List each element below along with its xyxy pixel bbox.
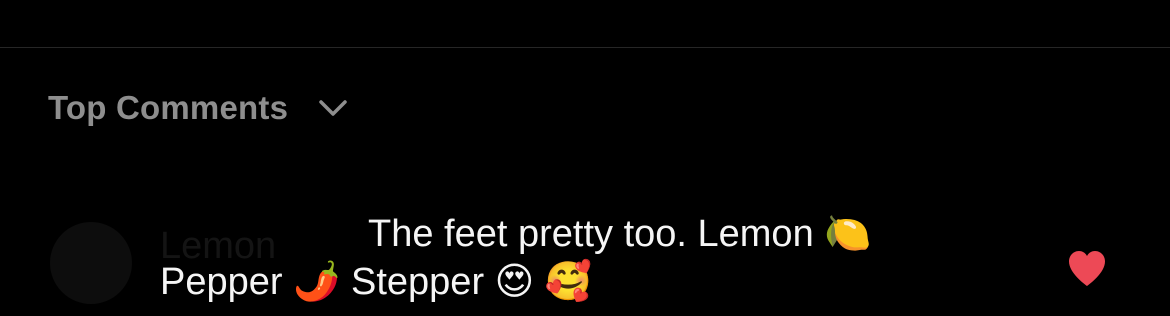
chevron-down-icon [318,98,348,118]
comment-line-2: Pepper 🌶️ Stepper 😍 🥰 [160,258,980,306]
comment-text-part: The feet pretty too. Lemon [368,213,814,255]
heart-eyes-emoji-icon: 😍 [494,261,535,303]
chili-pepper-emoji-icon: 🌶️ [293,261,341,303]
lemon-emoji-icon: 🍋 [824,213,872,255]
like-button[interactable] [1066,248,1108,288]
sort-comments-dropdown[interactable]: Top Comments [48,84,348,132]
comment-text-part: Pepper [160,261,283,303]
divider [0,47,1170,48]
comments-panel: Top Comments Lemon The feet pretty too. … [0,0,1170,316]
comment-item: Lemon The feet pretty too. Lemon 🍋 Peppe… [50,210,1150,316]
comment-line-1: The feet pretty too. Lemon 🍋 [160,210,980,258]
sort-label: Top Comments [48,89,289,126]
comment-text-part: Stepper [351,261,485,303]
comment-text: The feet pretty too. Lemon 🍋 Pepper 🌶️ S… [160,210,980,306]
avatar[interactable] [50,222,132,304]
heart-icon [1069,251,1105,286]
smiling-face-with-hearts-emoji-icon: 🥰 [544,261,593,303]
